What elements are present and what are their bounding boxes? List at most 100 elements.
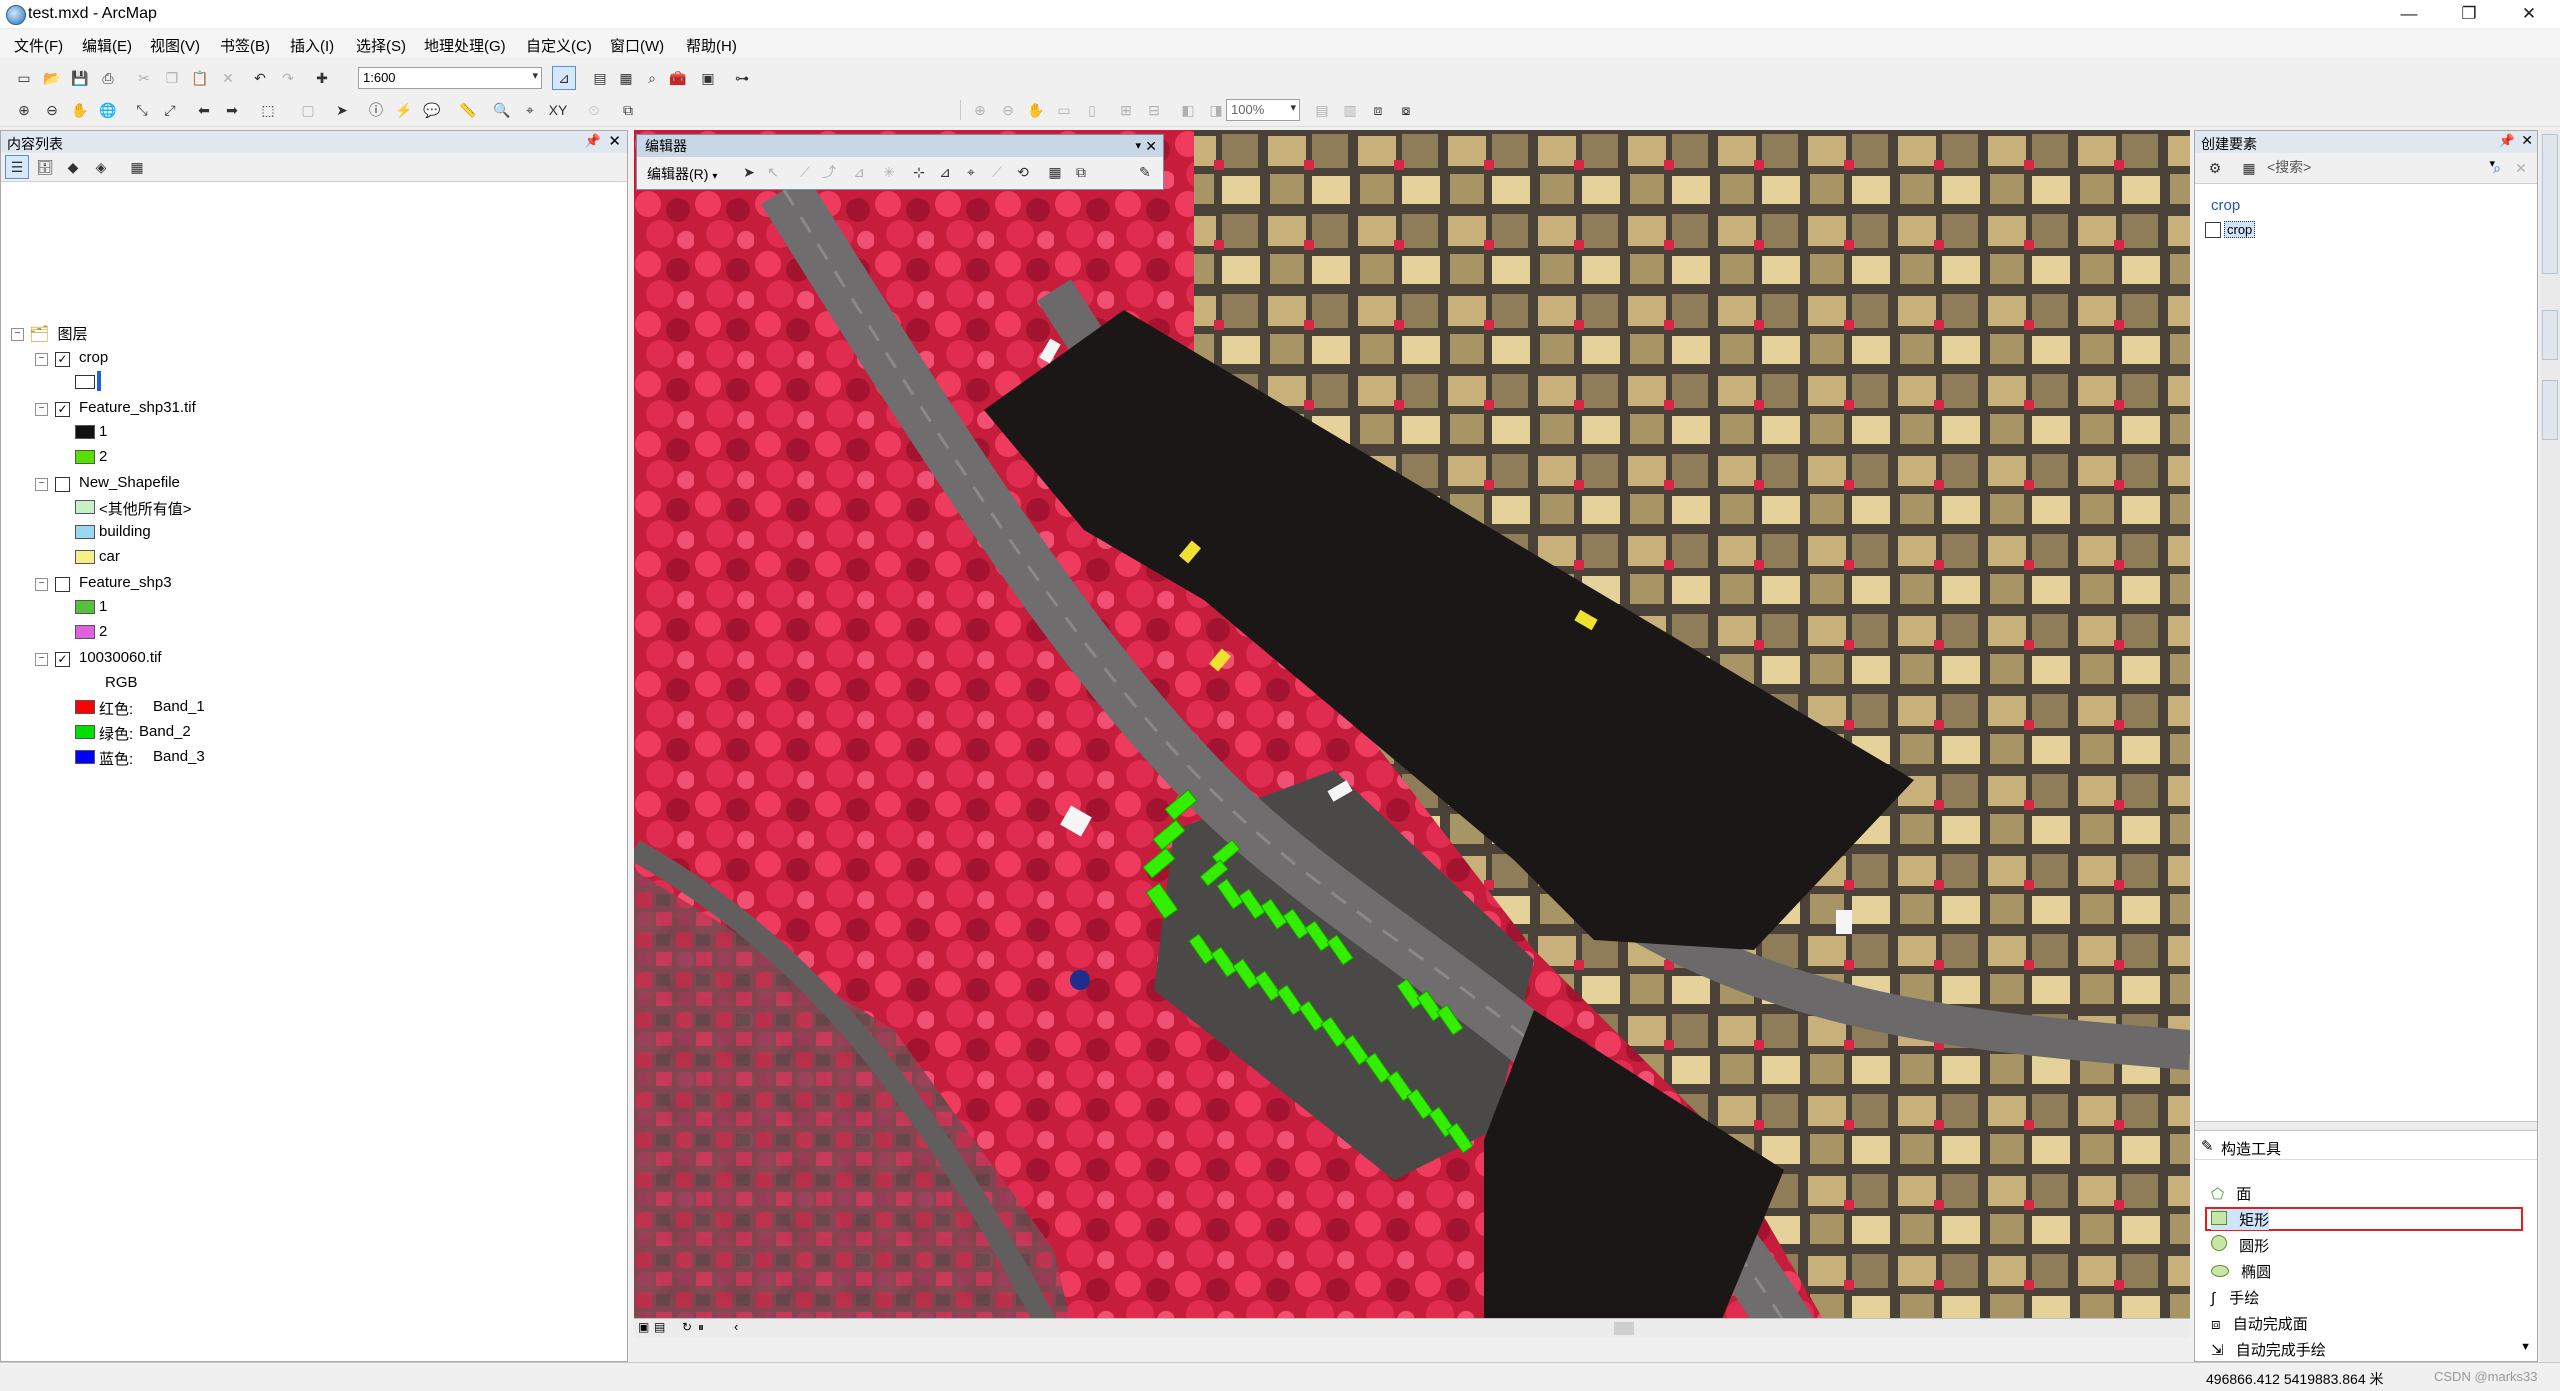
layout-zoom-in-icon[interactable]: ⊕ [968,98,992,122]
refresh-icon[interactable]: ↻ [682,1320,692,1334]
layout-view-icon[interactable]: ▤ [654,1320,665,1334]
catalog-tab[interactable] [2542,134,2558,274]
menu-geoprocessing[interactable]: 地理处理(G) [424,35,506,56]
layer-visibility-checkbox[interactable]: ✓ [55,352,70,367]
arctoolbox-icon[interactable]: 🧰 [666,66,690,90]
pan-icon[interactable]: ✋ [68,98,92,122]
zoom-whole-page-icon[interactable]: ▭ [1052,98,1076,122]
panel-splitter[interactable] [2195,1121,2537,1131]
toggle-draft-icon[interactable]: ▤ [1310,98,1334,122]
layout-fixed-out-icon[interactable]: ⊟ [1142,98,1166,122]
scroll-left-icon[interactable]: ‹ [734,1319,738,1334]
chevron-down-icon[interactable]: ▼ [2520,1341,2531,1353]
menu-insert[interactable]: 插入(I) [290,35,334,56]
layer-visibility-checkbox[interactable]: ✓ [55,652,70,667]
cut-polygons-icon[interactable]: ⌖ [959,160,983,184]
layout-fixed-in-icon[interactable]: ⊞ [1114,98,1138,122]
search-tab[interactable] [2542,310,2558,360]
collapse-toggle[interactable]: − [35,403,48,416]
full-extent-icon[interactable]: 🌐 [96,98,120,122]
close-icon[interactable]: ✕ [1145,135,1157,157]
zoom-out-icon[interactable]: ⊖ [40,98,64,122]
legend-swatch[interactable] [75,725,95,739]
chevron-down-icon[interactable]: ▾ [1135,135,1141,157]
editor-menu[interactable]: 编辑器(R) ▾ [647,164,717,184]
map-scrollbar[interactable]: ▣ ▤ ↻ ⏸ ‹ [634,1318,2190,1338]
time-slider-icon[interactable]: ⏲ [582,98,606,122]
create-viewer-icon[interactable]: ⧉ [616,98,640,122]
search-input[interactable]: <搜索> ▾ [2267,157,2497,177]
reshape-feature-icon[interactable]: ⊿ [933,160,957,184]
pause-drawing-icon[interactable]: ⏸ [698,1320,704,1335]
menu-view[interactable]: 视图(V) [150,35,200,56]
maximize-button[interactable]: ❐ [2440,0,2498,28]
identify-icon[interactable]: ⓘ [364,98,388,122]
delete-icon[interactable]: ✕ [216,66,240,90]
catalog-window-icon[interactable]: ▦ [614,66,638,90]
layer-new-shapefile[interactable]: New_Shapefile [79,474,180,491]
search-icon[interactable]: ⌕ [2485,156,2509,180]
tool-circle[interactable]: 圆形 [2211,1235,2269,1256]
menu-file[interactable]: 文件(F) [14,35,63,56]
tool-polygon[interactable]: ⬠ 面 [2211,1183,2251,1204]
legend-swatch[interactable] [75,425,95,439]
collapse-toggle[interactable]: − [35,653,48,666]
data-driven-pages-icon[interactable]: ⧇ [1394,98,1418,122]
tool-ellipse[interactable]: 椭圆 [2211,1261,2271,1282]
legend-swatch[interactable] [75,500,95,514]
measure-icon[interactable]: 📏 [456,98,480,122]
menu-bookmarks[interactable]: 书签(B) [220,35,270,56]
select-features-icon[interactable]: ⬚ [256,98,280,122]
list-by-visibility-icon[interactable]: ◆ [61,155,85,179]
menu-windows[interactable]: 窗口(W) [610,35,664,56]
minimize-button[interactable]: — [2380,0,2438,28]
focus-frame-icon[interactable]: ▥ [1338,98,1362,122]
zoom-100-icon[interactable]: ▯ [1080,98,1104,122]
legend-swatch[interactable] [75,700,95,714]
list-by-selection-icon[interactable]: ◈ [89,155,113,179]
edit-tool-icon[interactable]: ➤ [737,160,761,184]
hyperlink-icon[interactable]: ⚡ [392,98,416,122]
legend-swatch[interactable] [75,450,95,464]
layer-crop[interactable]: crop [79,349,108,366]
menu-help[interactable]: 帮助(H) [686,35,737,56]
collapse-toggle[interactable]: − [35,353,48,366]
layer-visibility-checkbox[interactable] [55,477,70,492]
add-data-icon[interactable]: ✚ [310,66,334,90]
straight-segment-icon[interactable]: ⟋ [793,160,817,184]
menu-customize[interactable]: 自定义(C) [526,35,592,56]
pin-icon[interactable]: 📌 [585,133,601,149]
layer-visibility-checkbox[interactable]: ✓ [55,402,70,417]
results-tab[interactable] [2542,380,2558,440]
fixed-zoom-out-icon[interactable]: ⤢ [158,98,182,122]
pin-icon[interactable]: 📌 [2499,133,2515,149]
collapse-toggle[interactable]: − [35,578,48,591]
fixed-zoom-in-icon[interactable]: ⤡ [130,98,154,122]
create-features-icon[interactable]: ✎ [1133,160,1157,184]
new-icon[interactable]: ▭ [12,66,36,90]
legend-swatch[interactable] [75,525,95,539]
layout-back-icon[interactable]: ◧ [1176,98,1200,122]
trace-icon[interactable]: ⊿ [847,160,871,184]
template-crop[interactable]: crop [2205,221,2256,238]
tool-auto-complete-freehand[interactable]: ⇲ 自动完成手绘 [2211,1339,2326,1360]
python-window-icon[interactable]: ▣ [696,66,720,90]
filter-icon[interactable]: ⚙ [2203,156,2227,180]
zoom-in-icon[interactable]: ⊕ [12,98,36,122]
layout-forward-icon[interactable]: ◨ [1204,98,1228,122]
map-view[interactable]: ▣ ▤ ↻ ⏸ ‹ [634,130,2190,1338]
paste-icon[interactable]: 📋 [188,66,212,90]
find-icon[interactable]: 🔍 [490,98,514,122]
cut-icon[interactable]: ✂ [132,66,156,90]
save-icon[interactable]: 💾 [68,66,92,90]
legend-swatch[interactable] [75,600,95,614]
tool-rectangle[interactable]: 矩形 [2211,1209,2270,1230]
legend-swatch[interactable] [75,625,95,639]
go-to-xy-icon[interactable]: XY [546,98,570,122]
print-icon[interactable]: ⎙ [96,66,120,90]
end-point-arc-icon[interactable]: ⤴ [817,160,841,184]
legend-swatch[interactable] [75,550,95,564]
crop-symbol[interactable] [75,375,95,389]
data-view-icon[interactable]: ▣ [638,1320,649,1334]
attributes-icon[interactable]: ▦ [1043,160,1067,184]
